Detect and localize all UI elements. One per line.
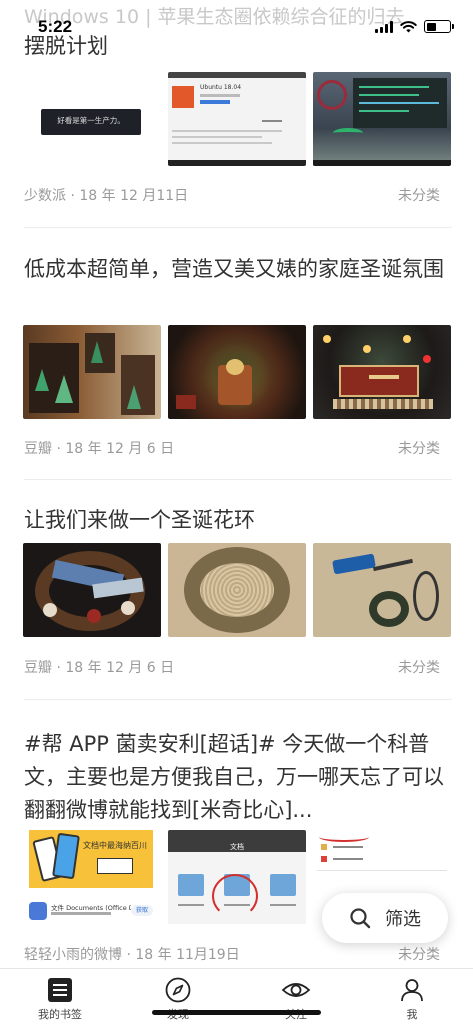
post-thumbnails bbox=[23, 325, 451, 419]
post-source-date: 豆瓣 · 18 年 12 月 6 日 bbox=[24, 660, 175, 676]
compass-icon bbox=[165, 977, 191, 1003]
thumbnail-banner: 文档中最海纳百川 bbox=[83, 841, 147, 850]
status-bar: Windows 10 | 苹果生态圈依赖综合征的归去 5:22 bbox=[0, 0, 473, 54]
thumbnail-image: 文档 bbox=[168, 830, 306, 924]
wifi-icon bbox=[400, 20, 417, 32]
feed-item[interactable]: 低成本超简单，营造又美又婊的家庭圣诞氛围 豆瓣 · 18 年 12 月 6 日 … bbox=[0, 228, 473, 480]
tab-label: 我 bbox=[406, 1008, 418, 1021]
post-category[interactable]: 未分类 bbox=[398, 438, 440, 458]
post-source-date: 豆瓣 · 18 年 12 月 6 日 bbox=[24, 441, 175, 457]
eye-icon bbox=[281, 983, 311, 997]
thumbnail-image: 文档中最海纳百川 文件 Documents (Office D... 获取 bbox=[23, 830, 161, 924]
thumbnail-image: Ubuntu 18.04 bbox=[168, 72, 306, 166]
status-bar-underlay-text: Windows 10 | 苹果生态圈依赖综合征的归去 bbox=[24, 6, 405, 28]
thumbnail-image bbox=[313, 72, 451, 166]
tab-me[interactable]: 我 bbox=[372, 977, 452, 1024]
post-title[interactable]: 低成本超简单，营造又美又婊的家庭圣诞氛围 bbox=[24, 253, 452, 286]
battery-icon bbox=[424, 20, 454, 33]
post-category[interactable]: 未分类 bbox=[398, 657, 440, 677]
thumbnail-image bbox=[313, 543, 451, 637]
screen: Windows 10 | 苹果生态圈依赖综合征的归去 5:22 摆脱计划 好看是… bbox=[0, 0, 473, 1024]
status-icons bbox=[375, 20, 454, 33]
search-icon bbox=[350, 908, 371, 929]
home-indicator[interactable] bbox=[152, 1010, 321, 1015]
post-source-date: 少数派 · 18 年 12 月11日 bbox=[24, 188, 189, 204]
post-thumbnails bbox=[23, 543, 451, 637]
thumbnail-image bbox=[168, 543, 306, 637]
cellular-signal-icon bbox=[375, 20, 393, 33]
thumbnail-image bbox=[23, 543, 161, 637]
tab-following[interactable]: 关注 bbox=[256, 977, 336, 1024]
post-source-date: 轻轻小雨的微博 · 18 年 11月19日 bbox=[24, 947, 240, 963]
user-icon bbox=[401, 979, 423, 1002]
thumbnail-app-name: 文件 Documents (Office D... bbox=[51, 904, 131, 912]
thumbnail-image: 好看是第一生产力。 bbox=[23, 72, 161, 166]
thumbnail-screen-title: 文档 bbox=[230, 843, 244, 851]
post-meta: 少数派 · 18 年 12 月11日 未分类 bbox=[24, 185, 452, 205]
thumbnail-caption: 好看是第一生产力。 bbox=[57, 116, 125, 125]
filter-button-label: 筛选 bbox=[385, 909, 421, 930]
feed-item[interactable]: 让我们来做一个圣诞花环 豆瓣 · 18 年 12 月 6 日 未分类 bbox=[0, 480, 473, 700]
thumbnail-window-title: Ubuntu 18.04 bbox=[200, 84, 242, 91]
status-time: 5:22 bbox=[38, 17, 73, 36]
filter-button[interactable]: 筛选 bbox=[322, 893, 448, 943]
tab-bar: 我的书签 发现 关注 我 bbox=[0, 968, 473, 1024]
thumbnail-app-button: 获取 bbox=[131, 905, 153, 916]
thumbnail-image bbox=[313, 325, 451, 419]
post-thumbnails: 好看是第一生产力。 Ubuntu 18.04 bbox=[23, 72, 451, 166]
bookmark-list-icon bbox=[48, 978, 72, 1002]
post-title[interactable]: #帮 APP 菌卖安利[超话]# 今天做一个科普文，主要也是方便我自己，万一哪天… bbox=[24, 728, 452, 827]
post-meta: 轻轻小雨的微博 · 18 年 11月19日 未分类 bbox=[24, 944, 452, 964]
tab-discover[interactable]: 发现 bbox=[138, 977, 218, 1024]
thumbnail-image bbox=[168, 325, 306, 419]
post-title[interactable]: 让我们来做一个圣诞花环 bbox=[24, 504, 452, 537]
thumbnail-image bbox=[23, 325, 161, 419]
post-category[interactable]: 未分类 bbox=[398, 185, 440, 205]
post-meta: 豆瓣 · 18 年 12 月 6 日 未分类 bbox=[24, 438, 452, 458]
post-category[interactable]: 未分类 bbox=[398, 944, 440, 964]
post-meta: 豆瓣 · 18 年 12 月 6 日 未分类 bbox=[24, 657, 452, 677]
tab-label: 我的书签 bbox=[38, 1008, 82, 1021]
tab-my-bookmarks[interactable]: 我的书签 bbox=[20, 977, 100, 1024]
